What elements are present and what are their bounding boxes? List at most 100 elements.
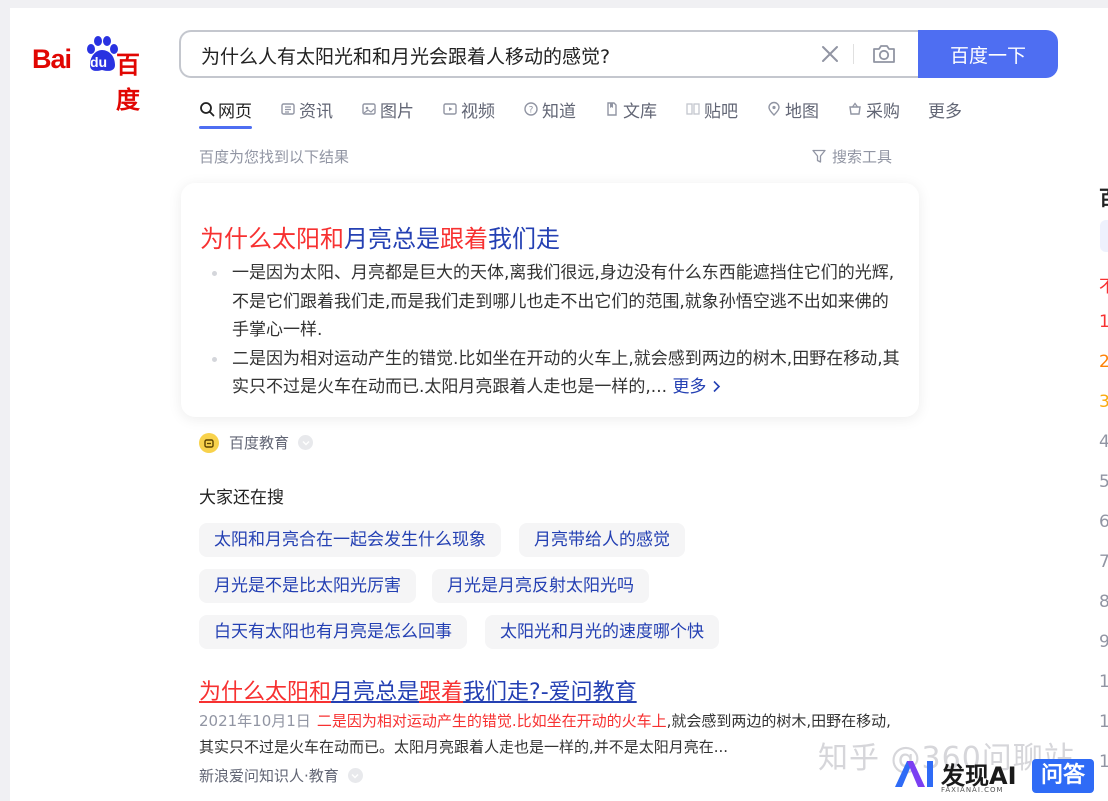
list-item: 一是因为太阳、月亮都是巨大的天体,离我们很远,身边没有什么东西能遮挡住它们的光辉… — [200, 259, 900, 345]
tab-map[interactable]: 地图 — [766, 96, 819, 122]
answer-card-title[interactable]: 为什么太阳和月亮总是跟着我们走 — [200, 219, 560, 254]
news-icon — [281, 103, 295, 115]
search-box — [179, 30, 919, 78]
search-button[interactable]: 百度一下 — [918, 30, 1058, 78]
title-text: 月亮总是 — [331, 680, 420, 705]
title-highlight: 跟着 — [419, 680, 464, 705]
hot-rank[interactable]: 6 — [1099, 512, 1108, 532]
bullet-text: 一是因为太阳、月亮都是巨大的天体,离我们很远,身边没有什么东西能遮挡住它们的光辉… — [232, 263, 895, 340]
related-search-chip[interactable]: 月光是月亮反射太阳光吗 — [432, 569, 649, 603]
tab-more[interactable]: 更多 — [928, 96, 962, 122]
search-tabs: 网页 资讯 图片 视频 ? 知道 文库 贴吧 地图 采购 更多 — [199, 96, 990, 132]
browser-frame-top — [0, 0, 1108, 8]
tab-news[interactable]: 资讯 — [280, 96, 333, 122]
related-search-chip[interactable]: 太阳光和月光的速度哪个快 — [485, 615, 719, 649]
title-highlight: 跟着 — [440, 225, 488, 253]
hot-rank[interactable]: 7 — [1099, 552, 1108, 572]
tab-label: 更多 — [928, 101, 962, 122]
hot-rank[interactable]: 2 — [1099, 352, 1108, 372]
hot-search-title: 百 — [1099, 182, 1108, 211]
tab-wenku[interactable]: 文库 — [604, 96, 657, 122]
title-text: 月亮总是 — [344, 225, 440, 253]
more-label: 更多 — [672, 377, 707, 397]
search-divider — [853, 44, 854, 64]
bullet-text: 二是因为相对运动产生的错觉.比如坐在开动的火车上,就会感到两边的树木,田野在移动… — [232, 348, 900, 398]
related-search-chip[interactable]: 太阳和月亮合在一起会发生什么现象 — [199, 523, 501, 557]
hot-rank[interactable]: 1 — [1099, 752, 1108, 772]
tab-shopping[interactable]: 采购 — [847, 96, 900, 122]
answer-source: 百度教育 — [199, 432, 314, 453]
source-label[interactable]: 新浪爱问知识人·教育 — [199, 765, 339, 786]
search-tools-button[interactable]: 搜索工具 — [812, 146, 892, 167]
tab-zhidao[interactable]: ? 知道 — [523, 96, 576, 122]
title-text: 我们走?-爱问教育 — [463, 680, 637, 705]
video-icon — [443, 103, 457, 115]
abstract-highlight: 二是因为相对运动产生的错觉.比如坐在开动的火车上 — [316, 712, 667, 730]
tab-web[interactable]: 网页 — [199, 96, 252, 129]
title-highlight: 为什么太阳和 — [199, 680, 332, 705]
hot-search-panel: 百 不 1 2 3 4 5 6 7 8 9 1 1 1 — [1096, 180, 1108, 800]
question-icon: ? — [524, 102, 538, 116]
related-search-chip[interactable]: 月光是不是比太阳光厉害 — [199, 569, 416, 603]
hot-search-tab[interactable] — [1100, 220, 1108, 252]
list-item: 二是因为相对运动产生的错觉.比如坐在开动的火车上,就会感到两边的树木,田野在移动… — [200, 345, 900, 402]
answer-card-bullets: 一是因为太阳、月亮都是巨大的天体,离我们很远,身边没有什么东西能遮挡住它们的光辉… — [200, 259, 900, 402]
chevron-right-icon — [713, 380, 720, 393]
ai-logo-icon — [895, 760, 933, 787]
svg-text:?: ? — [529, 106, 534, 116]
camera-icon[interactable] — [871, 42, 897, 66]
tab-label: 采购 — [866, 101, 900, 122]
search-icon — [200, 102, 215, 117]
tab-label: 知道 — [542, 101, 576, 122]
related-search-chip[interactable]: 白天有太阳也有月亮是怎么回事 — [199, 615, 467, 649]
hot-rank[interactable]: 5 — [1099, 472, 1108, 492]
title-highlight: 为什么太阳和 — [200, 225, 344, 253]
search-input[interactable] — [199, 32, 793, 78]
qa-badge: 问答 — [1032, 759, 1094, 793]
also-search-title: 大家还在搜 — [199, 488, 284, 508]
result-source: 新浪爱问知识人·教育 — [199, 765, 363, 786]
image-icon — [362, 103, 376, 115]
clear-icon[interactable] — [819, 43, 841, 65]
shopping-basket-icon — [849, 102, 861, 115]
filter-icon — [812, 149, 826, 163]
tab-tieba[interactable]: 贴吧 — [685, 96, 738, 122]
baidu-education-icon — [199, 432, 219, 453]
chevron-down-icon[interactable] — [298, 435, 314, 450]
faxian-ai-badge: 发现AI FAXIANAI.COM — [893, 756, 1017, 794]
tab-label: 视频 — [461, 101, 495, 122]
hot-rank[interactable]: 不 — [1099, 272, 1108, 297]
title-text: 我们走 — [488, 225, 560, 253]
tab-label: 网页 — [218, 101, 252, 122]
tieba-icon — [686, 103, 700, 115]
hot-rank[interactable]: 3 — [1099, 392, 1108, 412]
document-icon — [607, 102, 617, 116]
tab-label: 文库 — [623, 101, 657, 122]
result-title[interactable]: 为什么太阳和月亮总是跟着我们走?-爱问教育 — [199, 674, 637, 706]
related-search-chip[interactable]: 月亮带给人的感觉 — [519, 523, 685, 557]
tab-label: 图片 — [380, 101, 414, 122]
logo-du-text: du — [90, 54, 108, 70]
map-pin-icon — [768, 101, 780, 116]
brand-subtext: FAXIANAI.COM — [941, 786, 1004, 794]
logo-bai-text: Bai — [32, 44, 72, 74]
source-label[interactable]: 百度教育 — [229, 432, 289, 453]
chevron-down-icon[interactable] — [347, 768, 363, 783]
browser-frame-edge — [0, 0, 10, 801]
tab-video[interactable]: 视频 — [442, 96, 495, 122]
hot-rank[interactable]: 1 — [1099, 712, 1108, 732]
tab-label: 资讯 — [299, 101, 333, 122]
hot-rank[interactable]: 4 — [1099, 432, 1108, 452]
logo-cn-text: 百度 — [116, 51, 140, 114]
hot-rank[interactable]: 1 — [1099, 672, 1108, 692]
more-link[interactable]: 更多 — [672, 377, 720, 397]
tab-images[interactable]: 图片 — [361, 96, 414, 122]
answer-card: 为什么太阳和月亮总是跟着我们走 一是因为太阳、月亮都是巨大的天体,离我们很远,身… — [181, 183, 919, 417]
hot-rank[interactable]: 9 — [1099, 632, 1108, 652]
hot-rank[interactable]: 8 — [1099, 592, 1108, 612]
result-count: 百度为您找到以下结果 — [199, 148, 350, 166]
search-tools-label: 搜索工具 — [832, 148, 893, 166]
hot-rank[interactable]: 1 — [1099, 312, 1108, 332]
result-date: 2021年10月1日 — [199, 712, 311, 730]
baidu-logo[interactable]: Bai du 百度 — [32, 34, 162, 114]
